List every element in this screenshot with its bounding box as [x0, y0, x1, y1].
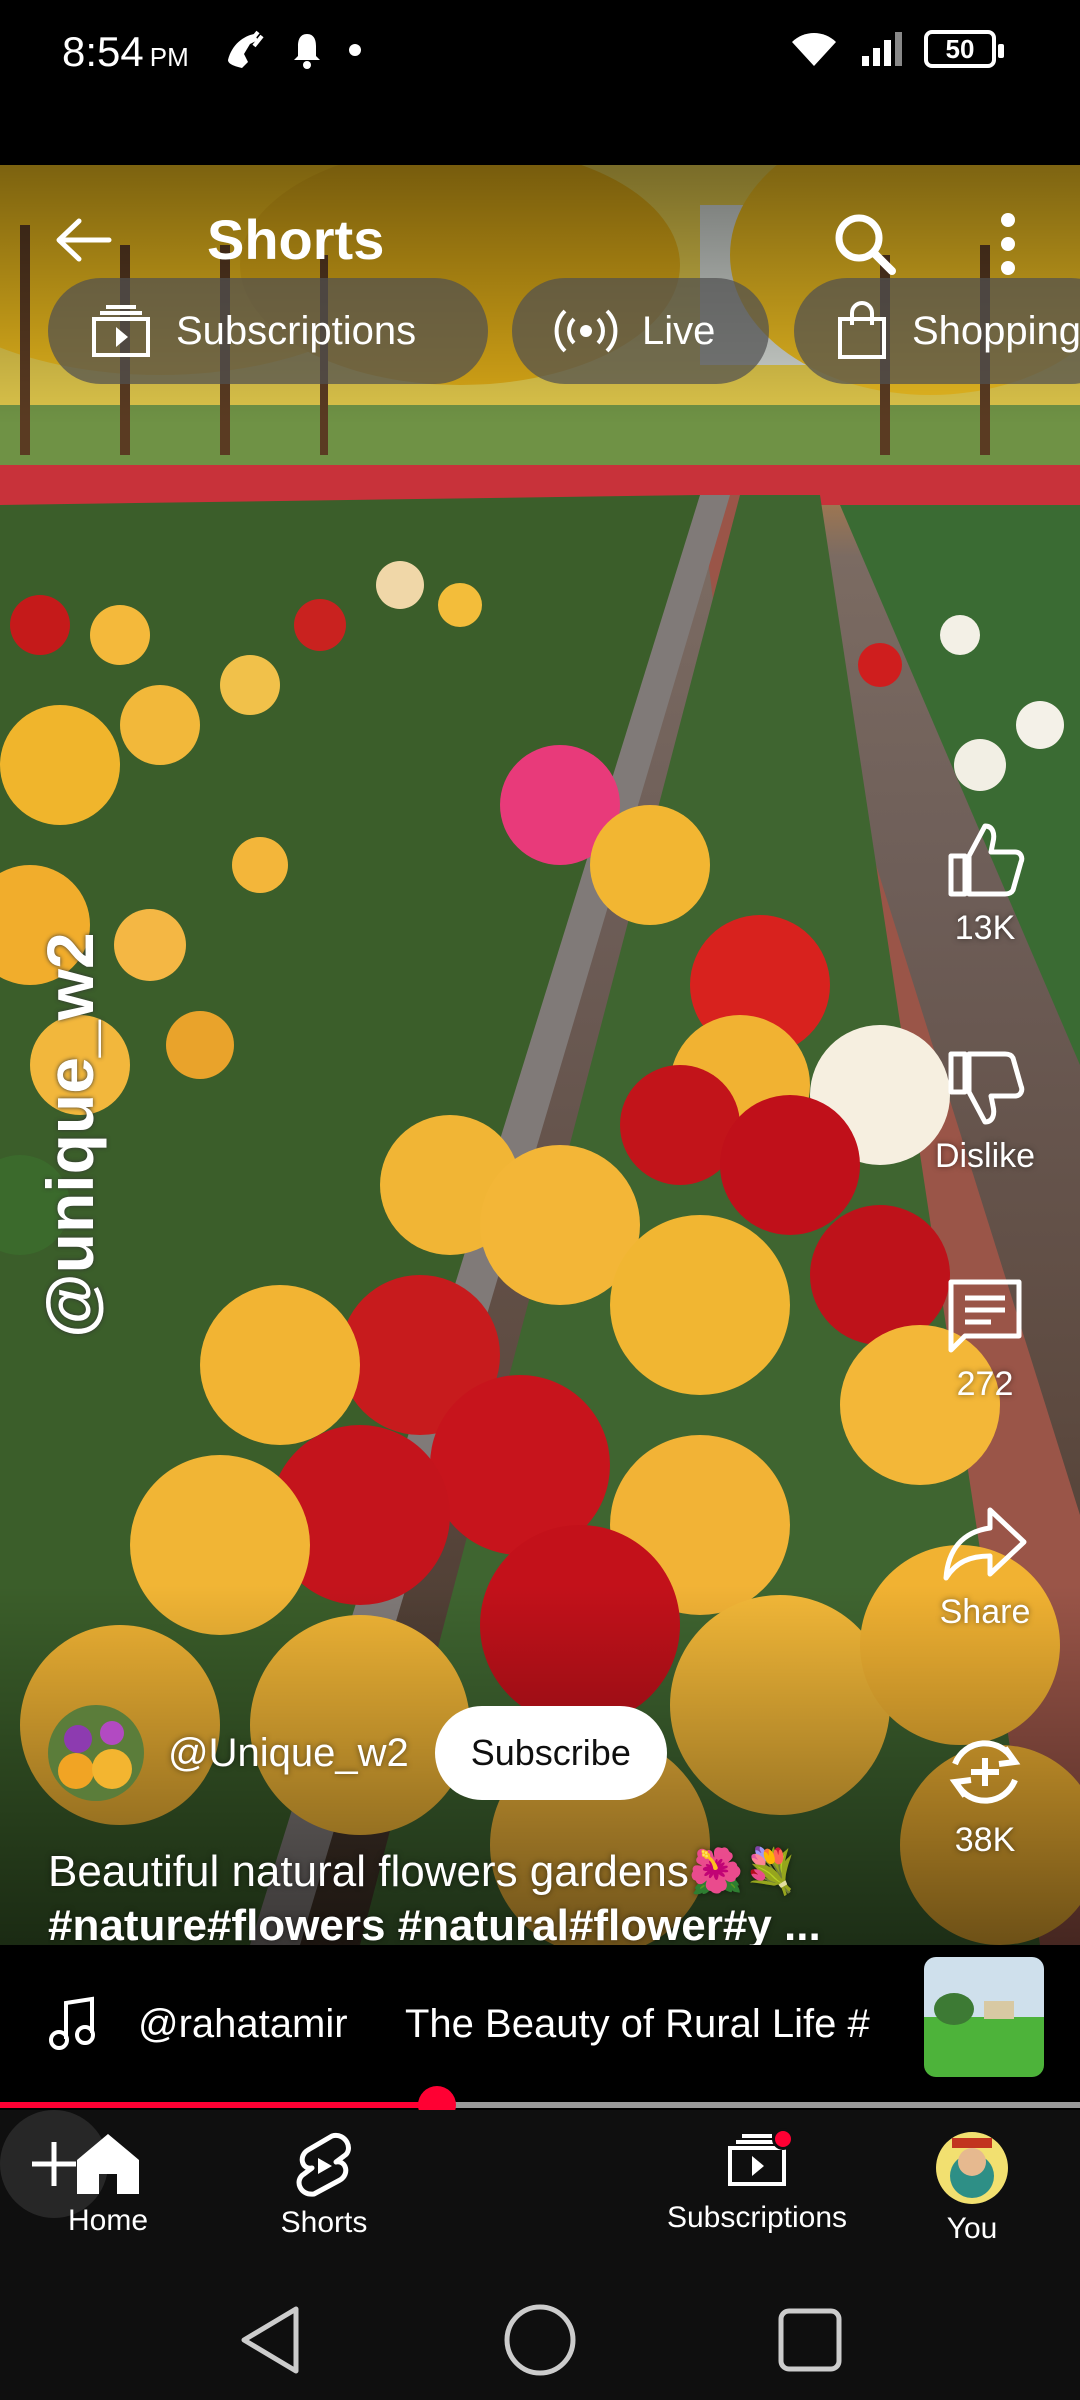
more-vertical-icon: [1001, 213, 1015, 275]
system-back-button[interactable]: [230, 2300, 310, 2380]
sound-user[interactable]: @rahatamir: [138, 2002, 348, 2047]
status-notification-icons: [222, 30, 362, 70]
chip-live-label: Live: [642, 308, 716, 353]
comment-icon: [948, 1279, 1022, 1353]
search-button[interactable]: [826, 205, 904, 283]
caption-hashtags: #nature#flowers #natural#flower#y ...: [48, 1901, 821, 1945]
live-icon: [554, 309, 618, 353]
back-button[interactable]: [48, 205, 118, 275]
home-icon: [77, 2134, 139, 2194]
nav-home[interactable]: Home: [8, 2132, 208, 2238]
you-avatar: [936, 2132, 1008, 2204]
page-title: Shorts: [207, 208, 385, 271]
battery-level: 50: [945, 33, 975, 64]
subscribe-button[interactable]: Subscribe: [434, 1706, 667, 1800]
status-time: 8:54 PM: [62, 28, 189, 76]
subscriptions-icon: [92, 305, 150, 357]
chip-subscriptions-label: Subscriptions: [176, 308, 417, 353]
music-note-icon: [49, 1996, 95, 2050]
arrow-left-icon: [56, 218, 112, 262]
call-icon: [228, 30, 264, 68]
channel-avatar-image: [48, 1705, 144, 1801]
nav-subscriptions[interactable]: Subscriptions: [657, 2128, 857, 2235]
status-system-icons: 50: [790, 30, 1004, 68]
chip-shopping-label: Shopping: [912, 308, 1080, 353]
status-bar: 8:54 PM 50: [0, 0, 1080, 165]
dislike-label: Dislike: [934, 1137, 1036, 1175]
filter-chips: Subscriptions Live Shopping: [48, 278, 1080, 384]
more-options-button[interactable]: [980, 205, 1036, 283]
video-progress-bar[interactable]: [0, 2086, 1080, 2124]
thumbs-down-icon: [948, 1051, 1025, 1125]
subscriptions-icon-wrap: [726, 2128, 794, 2193]
battery-icon: 50: [924, 30, 1004, 68]
sound-title[interactable]: The Beauty of Rural Life #: [405, 2002, 890, 2047]
dot-icon: [349, 44, 361, 56]
short-video[interactable]: @unique_w2 Shorts Subscriptions Live Sho…: [0, 165, 1080, 1945]
like-button[interactable]: 13K: [920, 815, 1050, 948]
nav-home-label: Home: [67, 2204, 149, 2237]
sound-thumbnail-image: [924, 1957, 1044, 2077]
system-home-button[interactable]: [500, 2300, 580, 2380]
channel-avatar[interactable]: [48, 1705, 144, 1801]
sound-row[interactable]: @rahatamir The Beauty of Rural Life #: [0, 1945, 1080, 2105]
sound-thumbnail[interactable]: [924, 1957, 1044, 2077]
notification-dot: [772, 2128, 794, 2150]
nav-you-label: You: [946, 2212, 998, 2245]
chip-subscriptions[interactable]: Subscriptions: [48, 278, 488, 384]
comments-button[interactable]: 272: [920, 1271, 1050, 1404]
shopping-bag-icon: [838, 301, 886, 359]
caption-text: Beautiful natural flowers gardens🌺💐: [48, 1847, 799, 1896]
video-watermark: @unique_w2: [30, 825, 110, 1445]
bottom-navigation: Home Shorts Subscriptions You: [0, 2110, 1080, 2270]
status-time-value: 8:54: [62, 28, 144, 75]
system-navigation-bar: [0, 2270, 1080, 2400]
like-count: 13K: [954, 909, 1016, 947]
nav-shorts[interactable]: Shorts: [224, 2132, 424, 2240]
channel-name[interactable]: @Unique_w2: [168, 1731, 409, 1776]
video-progress-fill: [0, 2102, 438, 2108]
share-button[interactable]: Share: [920, 1499, 1050, 1632]
remix-button[interactable]: 38K: [920, 1727, 1050, 1860]
remix-icon: [949, 1740, 1021, 1804]
shorts-icon: [296, 2132, 351, 2197]
thumbs-up-icon: [948, 823, 1025, 897]
share-label: Share: [939, 1593, 1031, 1631]
square-recents-icon: [778, 2308, 842, 2372]
status-time-ampm: PM: [149, 42, 189, 72]
notification-icon: [294, 34, 320, 69]
circle-home-icon: [504, 2304, 576, 2376]
remix-count: 38K: [954, 1821, 1016, 1859]
channel-row: @Unique_w2 Subscribe: [48, 1705, 667, 1801]
chip-shopping[interactable]: Shopping: [794, 278, 1080, 384]
system-recents-button[interactable]: [770, 2300, 850, 2380]
triangle-back-icon: [241, 2306, 299, 2374]
dislike-button[interactable]: Dislike: [920, 1043, 1050, 1176]
you-avatar-image: [936, 2132, 1008, 2204]
chip-live[interactable]: Live: [512, 278, 769, 384]
nav-you[interactable]: You: [872, 2132, 1072, 2246]
nav-shorts-label: Shorts: [280, 2206, 368, 2239]
signal-icon: [862, 32, 902, 66]
search-icon: [835, 214, 896, 275]
nav-subscriptions-label: Subscriptions: [666, 2201, 848, 2234]
comment-count: 272: [956, 1365, 1014, 1403]
share-icon: [943, 1507, 1027, 1581]
video-caption[interactable]: Beautiful natural flowers gardens🌺💐 #nat…: [48, 1845, 878, 1945]
video-watermark-text: @unique_w2: [33, 932, 107, 1338]
wifi-icon: [792, 33, 836, 66]
